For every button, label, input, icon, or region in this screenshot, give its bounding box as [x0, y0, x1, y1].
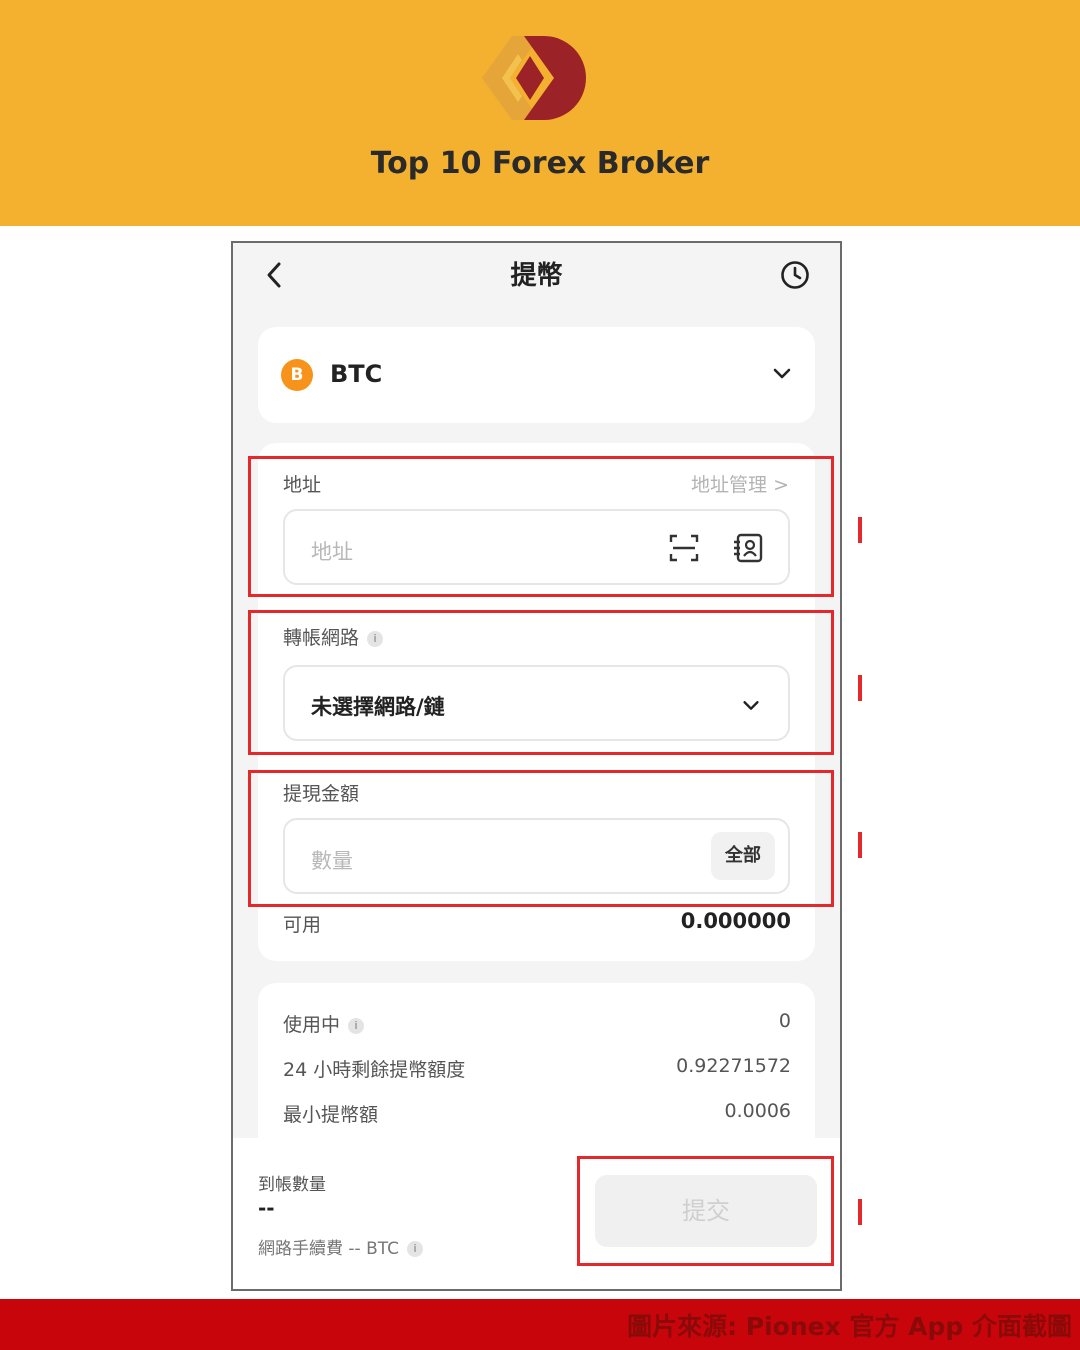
info-icon[interactable]: i	[407, 1241, 423, 1257]
submit-button[interactable]: 提交	[595, 1175, 817, 1247]
bitcoin-icon: B	[281, 359, 313, 391]
amount-placeholder: 數量	[311, 849, 353, 873]
scan-icon[interactable]	[667, 531, 701, 565]
clock-icon[interactable]	[777, 257, 813, 293]
available-label: 可用	[283, 914, 322, 936]
limit-label: 24 小時剩餘提幣額度	[283, 1059, 466, 1081]
all-amount-button[interactable]: 全部	[711, 832, 775, 880]
amount-label: 提現金額	[283, 783, 360, 805]
info-icon[interactable]: i	[348, 1017, 365, 1034]
receive-label: 到帳數量	[258, 1175, 326, 1195]
limit-value: 0.92271572	[676, 1055, 791, 1077]
header-banner: Top 10 Forex Broker	[0, 0, 1080, 226]
address-book-icon[interactable]	[731, 531, 765, 565]
caption-bar: 圖片來源: Pionex 官方 App 介面截圖	[0, 1299, 1080, 1350]
network-label: 轉帳網路 i	[283, 623, 384, 650]
network-fee-text: 網路手續費 -- BTC	[258, 1239, 399, 1259]
amount-input[interactable]: 數量 全部	[283, 818, 790, 894]
available-value: 0.000000	[680, 909, 791, 933]
highlight-marker	[858, 675, 862, 701]
highlight-marker	[858, 1199, 862, 1225]
limit-label-text: 使用中	[283, 1014, 341, 1036]
address-manage-link[interactable]: 地址管理 >	[691, 470, 789, 497]
address-input[interactable]: 地址	[283, 509, 790, 585]
address-placeholder: 地址	[311, 540, 353, 564]
chevron-down-icon[interactable]	[740, 694, 762, 716]
page-title: 提幣	[510, 261, 563, 291]
receive-value: --	[258, 1196, 275, 1220]
network-label-text: 轉帳網路	[283, 627, 360, 649]
withdraw-form: 地址 地址管理 > 地址 轉帳網路 i 未選擇網路/鏈 提現金額 數量 全部 可…	[258, 443, 815, 961]
limit-value: 0.0006	[724, 1100, 791, 1122]
coin-selector[interactable]: B BTC	[258, 327, 815, 423]
network-select[interactable]: 未選擇網路/鏈	[283, 665, 790, 741]
highlight-marker	[858, 517, 862, 543]
network-fee: 網路手續費 -- BTC i	[258, 1234, 423, 1259]
highlight-marker	[858, 832, 862, 858]
image-source-caption: 圖片來源: Pionex 官方 App 介面截圖	[627, 1312, 1072, 1341]
brand-logo	[482, 36, 586, 120]
address-label: 地址	[283, 474, 322, 496]
coin-symbol: BTC	[330, 360, 383, 388]
limit-label: 最小提幣額	[283, 1104, 379, 1126]
limits-card: 使用中 i 0 24 小時剩餘提幣額度 0.92271572 最小提幣額 0.00…	[258, 983, 815, 1153]
phone-screen: 提幣 B BTC 地址 地址管理 > 地址 轉帳網路 i 未選擇網路/鏈 提現金…	[231, 241, 842, 1291]
limit-value: 0	[778, 1010, 791, 1032]
footer-bar: 到帳數量 -- 網路手續費 -- BTC i 提交	[233, 1138, 840, 1289]
limit-label: 使用中 i	[283, 1010, 365, 1037]
info-icon[interactable]: i	[367, 630, 384, 647]
chevron-down-icon[interactable]	[770, 361, 794, 385]
top-bar: 提幣	[233, 243, 840, 307]
brand-name: Top 10 Forex Broker	[370, 146, 710, 181]
network-selected-value: 未選擇網路/鏈	[311, 695, 445, 719]
